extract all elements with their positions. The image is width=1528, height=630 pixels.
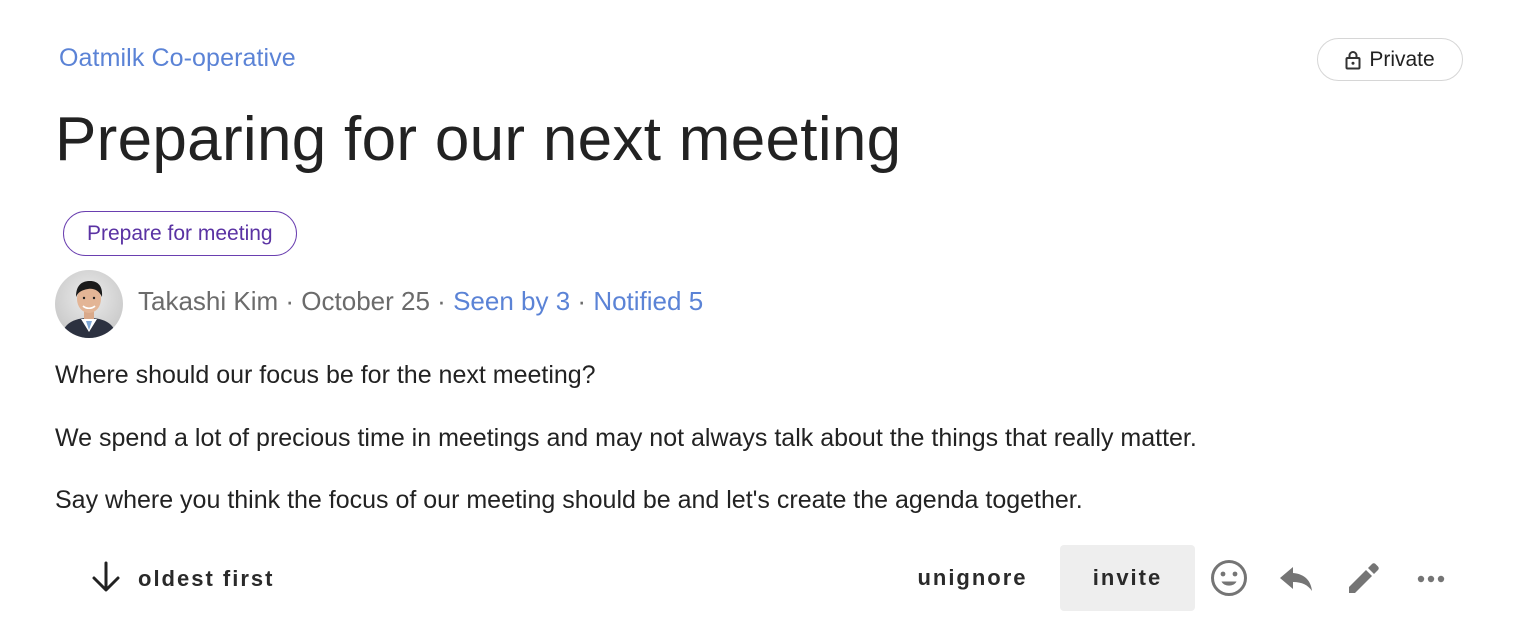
body-paragraph: Where should our focus be for the next m… <box>55 361 596 389</box>
discussion-date: October 25 <box>301 286 430 316</box>
invite-button[interactable]: invite <box>1060 545 1195 611</box>
edit-icon <box>1343 558 1383 598</box>
meta-separator: · <box>577 286 587 316</box>
notified-link[interactable]: Notified 5 <box>593 286 703 316</box>
privacy-button[interactable]: Private <box>1317 38 1463 81</box>
edit-button[interactable] <box>1340 555 1386 601</box>
lock-icon <box>1345 50 1361 70</box>
reply-icon <box>1276 558 1316 598</box>
more-options-button[interactable] <box>1408 555 1454 601</box>
discussion-meta: Takashi Kim · October 25 · Seen by 3 · N… <box>138 286 703 317</box>
tag-chip[interactable]: Prepare for meeting <box>63 211 297 256</box>
reply-button[interactable] <box>1273 555 1319 601</box>
sort-order-button[interactable]: oldest first <box>88 556 274 602</box>
unignore-button[interactable]: unignore <box>900 545 1045 611</box>
page-title: Preparing for our next meeting <box>55 105 902 174</box>
tag-label: Prepare for meeting <box>87 221 273 245</box>
more-icon <box>1411 558 1451 598</box>
add-reaction-button[interactable] <box>1206 555 1252 601</box>
meta-separator: · <box>285 286 295 316</box>
body-paragraph: Say where you think the focus of our mee… <box>55 486 1083 514</box>
author-avatar[interactable] <box>55 270 123 338</box>
privacy-label: Private <box>1369 47 1435 71</box>
seen-by-link[interactable]: Seen by 3 <box>453 286 570 316</box>
sort-order-label: oldest first <box>138 566 275 591</box>
arrow-down-icon <box>88 559 124 600</box>
emoji-icon <box>1209 558 1249 598</box>
group-name-link[interactable]: Oatmilk Co-operative <box>59 44 296 73</box>
meta-separator: · <box>437 286 446 316</box>
body-paragraph: We spend a lot of precious time in meeti… <box>55 424 1197 452</box>
author-name[interactable]: Takashi Kim <box>138 286 278 316</box>
